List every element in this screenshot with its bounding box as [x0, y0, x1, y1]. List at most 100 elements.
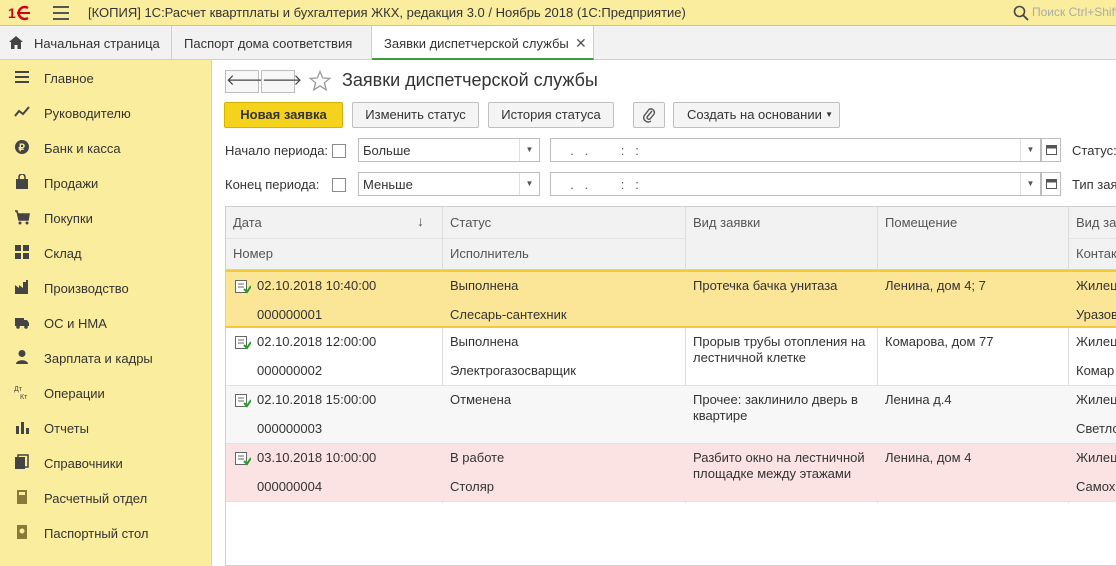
- sidebar-item-label: Операции: [44, 386, 105, 401]
- sidebar-item-label: Отчеты: [44, 421, 89, 436]
- cell-request-type: Разбито окно на лестничной площадке межд…: [693, 450, 865, 481]
- sidebar-item-passport-office[interactable]: Паспортный стол: [0, 516, 211, 551]
- document-icon: [235, 336, 251, 350]
- column-header-room[interactable]: Помещение: [885, 215, 957, 230]
- create-based-on-label: Создать на основании: [687, 107, 822, 122]
- home-icon: [9, 36, 23, 49]
- main-menu-icon[interactable]: [53, 6, 69, 20]
- column-header-number[interactable]: Номер: [233, 246, 273, 261]
- cell-room: Комарова, дом 77: [885, 334, 994, 349]
- sidebar-item-operations[interactable]: Дт Кт Операции: [0, 376, 211, 411]
- sidebar-item-billing[interactable]: Расчетный отдел: [0, 481, 211, 516]
- sidebar-item-salary[interactable]: Зарплата и кадры: [0, 341, 211, 376]
- cell-room: Ленина, дом 4: [885, 450, 972, 465]
- period-start-date-field[interactable]: . . : : ▼: [550, 138, 1041, 162]
- period-end-date-field[interactable]: . . : : ▼: [550, 172, 1041, 196]
- sidebar-item-bank[interactable]: ₽ Банк и касса: [0, 131, 211, 166]
- cell-number: 000000003: [257, 421, 323, 436]
- close-icon[interactable]: ✕: [575, 35, 587, 52]
- sidebar-item-label: Покупки: [44, 211, 93, 226]
- sidebar-item-label: Продажи: [44, 176, 99, 191]
- period-start-calendar-button[interactable]: [1041, 138, 1061, 162]
- cell-executor: Столяр: [450, 479, 494, 494]
- period-start-operator-select[interactable]: Больше ▼: [358, 138, 540, 162]
- chevron-down-icon[interactable]: ▼: [519, 139, 539, 161]
- tab-dispatch-requests[interactable]: Заявки диспетчерской службы ✕: [372, 26, 594, 60]
- cell-date: 02.10.2018 12:00:00: [257, 334, 377, 349]
- sidebar-item-label: Банк и касса: [44, 141, 121, 156]
- truck-icon: [15, 318, 29, 329]
- bag-icon: [16, 174, 28, 189]
- requests-table[interactable]: Дата ↓ Номер Статус Исполнитель Вид заяв…: [225, 206, 1116, 566]
- tab-home[interactable]: Начальная страница: [0, 26, 172, 60]
- search-input[interactable]: Поиск Ctrl+Shift+F: [1032, 5, 1116, 19]
- sidebar-item-main[interactable]: Главное: [0, 61, 211, 96]
- dtkt-icon: ДтКт: [14, 386, 28, 400]
- cart-icon: [15, 210, 30, 225]
- cell-request-type: Прочее: заклинило дверь в квартире: [693, 392, 858, 423]
- bars-icon: [16, 422, 29, 434]
- column-header-contact[interactable]: Контак: [1076, 246, 1116, 261]
- cell-executor: Слесарь-сантехник: [450, 307, 567, 322]
- sort-desc-icon[interactable]: ↓: [417, 213, 424, 229]
- document-icon: [235, 452, 251, 466]
- period-end-calendar-button[interactable]: [1041, 172, 1061, 196]
- main-form: 🡐 🡒 Заявки диспетчерской службы Новая за…: [212, 60, 1116, 566]
- period-start-label: Начало периода:: [225, 143, 329, 158]
- sidebar-item-sales[interactable]: Продажи: [0, 166, 211, 201]
- sidebar-item-manager[interactable]: Руководителю: [0, 96, 211, 131]
- chevron-down-icon[interactable]: ▼: [1020, 173, 1040, 195]
- period-start-date-value: . . : :: [563, 143, 639, 158]
- cell-number: 000000004: [257, 479, 323, 494]
- sidebar-item-label: Руководителю: [44, 106, 131, 121]
- tab-house-passport[interactable]: Паспорт дома соответствия: [172, 26, 372, 60]
- tab-label: Заявки диспетчерской службы: [384, 36, 569, 51]
- forward-button[interactable]: 🡒: [261, 70, 302, 93]
- sidebar-item-reports[interactable]: Отчеты: [0, 411, 211, 446]
- table-row[interactable]: 02.10.2018 10:40:00 000000001 Выполнена …: [226, 270, 1116, 328]
- change-status-button[interactable]: Изменить статус: [352, 102, 479, 128]
- svg-text:₽: ₽: [19, 143, 26, 154]
- back-button[interactable]: 🡐: [225, 70, 266, 93]
- calendar-icon: [1046, 145, 1057, 155]
- create-based-on-button[interactable]: Создать на основании ▼: [673, 102, 840, 128]
- cell-status: Выполнена: [450, 334, 519, 349]
- grid-icon: [15, 245, 29, 259]
- cell-number: 000000001: [257, 307, 323, 322]
- table-row[interactable]: 02.10.2018 12:00:00 000000002 Выполнена …: [226, 328, 1116, 386]
- column-header-status[interactable]: Статус: [450, 215, 491, 230]
- column-header-executor[interactable]: Исполнитель: [450, 246, 529, 261]
- status-history-button[interactable]: История статуса: [488, 102, 614, 128]
- period-end-operator-select[interactable]: Меньше ▼: [358, 172, 540, 196]
- calendar-icon: [1046, 179, 1057, 189]
- table-row[interactable]: 03.10.2018 10:00:00 000000004 В работе С…: [226, 444, 1116, 502]
- sidebar-item-production[interactable]: Производство: [0, 271, 211, 306]
- column-header-applicant-type[interactable]: Вид за: [1076, 215, 1116, 230]
- cell-applicant-type: Жилец: [1076, 450, 1116, 465]
- calc-icon: [17, 490, 27, 504]
- period-start-operator-value: Больше: [363, 143, 411, 158]
- person-icon: [16, 350, 28, 364]
- period-end-checkbox[interactable]: [332, 178, 346, 192]
- chevron-down-icon[interactable]: ▼: [1020, 139, 1040, 161]
- new-request-button[interactable]: Новая заявка: [224, 102, 343, 128]
- column-header-request-type[interactable]: Вид заявки: [693, 215, 760, 230]
- column-header-date[interactable]: Дата: [233, 215, 262, 230]
- period-end-date-value: . . : :: [563, 177, 639, 192]
- attach-button[interactable]: [633, 102, 665, 128]
- search-icon[interactable]: [1013, 5, 1029, 21]
- cell-room: Ленина д.4: [885, 392, 952, 407]
- sidebar-item-label: Расчетный отдел: [44, 491, 148, 506]
- sidebar-item-warehouse[interactable]: Склад: [0, 236, 211, 271]
- chevron-down-icon[interactable]: ▼: [519, 173, 539, 195]
- period-start-checkbox[interactable]: [332, 144, 346, 158]
- cell-contact: Самох: [1076, 479, 1116, 494]
- table-row[interactable]: 02.10.2018 15:00:00 000000003 Отменена П…: [226, 386, 1116, 444]
- coin-icon: ₽: [15, 140, 29, 154]
- svg-text:1: 1: [8, 5, 16, 21]
- sidebar-item-purchases[interactable]: Покупки: [0, 201, 211, 236]
- favorite-star-icon[interactable]: [309, 70, 331, 92]
- 1c-logo-icon[interactable]: 1: [8, 5, 42, 21]
- sidebar-item-directories[interactable]: Справочники: [0, 446, 211, 481]
- sidebar-item-assets[interactable]: ОС и НМА: [0, 306, 211, 341]
